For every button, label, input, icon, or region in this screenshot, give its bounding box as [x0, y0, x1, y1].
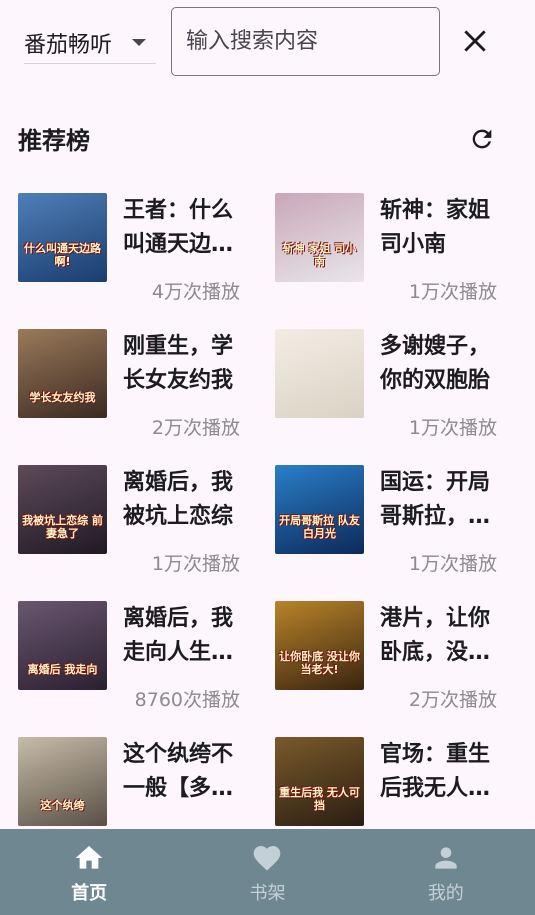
- book-cover-image: 学长女友约我: [18, 329, 107, 418]
- book-play-count: 8760次播放: [134, 689, 240, 711]
- section-header: 推荐榜: [0, 110, 535, 165]
- book-card[interactable]: 斩神 家姐 司小南 斩神：家姐司小南 1万次播放: [275, 193, 525, 313]
- nav-profile[interactable]: 我的: [357, 829, 535, 915]
- nav-bookshelf[interactable]: 书架: [178, 829, 356, 915]
- book-cover-text: 什么叫通天边路啊!: [24, 242, 101, 268]
- person-icon: [435, 847, 457, 869]
- book-card[interactable]: 什么叫通天边路啊! 王者：什么叫通天边路啊 4万次播放: [18, 193, 268, 313]
- book-play-count: 2万次播放: [408, 689, 497, 711]
- book-play-count: 1万次播放: [408, 553, 497, 575]
- book-title: 王者：什么叫通天边路啊: [123, 198, 234, 257]
- heart-icon: [254, 846, 281, 871]
- nav-home-label: 首页: [71, 883, 108, 904]
- book-cover-image: 斩神 家姐 司小南: [275, 193, 364, 282]
- book-card[interactable]: 多谢嫂子，你的双胞胎 1万次播放: [275, 329, 525, 449]
- book-card[interactable]: 让你卧底 没让你当老大! 港片，让你卧底，没让你当老大 2万次播放: [275, 601, 525, 721]
- book-title: 离婚后，我走向人生巅峰: [123, 606, 234, 665]
- book-play-count: 1万次播放: [151, 553, 240, 575]
- book-cover-image: 开局哥斯拉 队友白月光: [275, 465, 364, 554]
- close-button[interactable]: [455, 21, 495, 61]
- book-cover-image: 离婚后 我走向: [18, 601, 107, 690]
- book-cover-image: [275, 329, 364, 418]
- book-cover-image: 重生后我 无人可挡: [275, 737, 364, 826]
- book-cover-text: 重生后我 无人可挡: [279, 786, 360, 812]
- book-cover-text: 学长女友约我: [29, 391, 96, 404]
- book-card[interactable]: 重生后我 无人可挡官场：重生后我无人可挡: [275, 737, 525, 829]
- refresh-icon: [472, 129, 492, 149]
- search-input[interactable]: [171, 7, 440, 76]
- book-title: 斩神：家姐司小南: [380, 198, 491, 257]
- book-cover-image: 我被坑上恋综 前妻急了: [18, 465, 107, 554]
- book-card[interactable]: 开局哥斯拉 队友白月光国运：开局哥斯拉，队友 1万次播放: [275, 465, 525, 585]
- book-play-count: 2万次播放: [151, 417, 240, 439]
- book-cover-text: 斩神 家姐 司小南: [282, 242, 357, 268]
- book-grid: 什么叫通天边路啊! 王者：什么叫通天边路啊 4万次播放 斩神 家姐 司小南斩神：家姐司…: [0, 193, 535, 829]
- book-cover-text: 这个纨绔: [40, 799, 85, 812]
- book-cover-image: 让你卧底 没让你当老大!: [275, 601, 364, 690]
- home-icon: [75, 846, 103, 869]
- book-title: 离婚后，我被坑上恋综: [123, 470, 234, 529]
- nav-home[interactable]: 首页: [0, 829, 178, 915]
- nav-profile-label: 我的: [427, 883, 464, 904]
- book-card[interactable]: 学长女友约我 刚重生，学长女友约我 2万次播放: [18, 329, 268, 449]
- source-dropdown[interactable]: 番茄畅听: [24, 22, 156, 64]
- close-icon: [464, 30, 486, 52]
- source-dropdown-label: 番茄畅听: [24, 32, 113, 58]
- nav-bookshelf-label: 书架: [249, 883, 286, 904]
- book-play-count: 1万次播放: [408, 281, 497, 303]
- book-card[interactable]: 我被坑上恋综 前妻急了 离婚后，我被坑上恋综 1万次播放: [18, 465, 268, 585]
- book-play-count: 4万次播放: [151, 281, 240, 303]
- book-play-count: 1万次播放: [408, 417, 497, 439]
- top-bar: 番茄畅听: [0, 0, 535, 90]
- book-cover-image: 这个纨绔: [18, 737, 107, 826]
- bottom-navigation: 首页 书架 我的: [0, 829, 535, 915]
- book-card[interactable]: 离婚后 我走向 离婚后，我走向人生巅峰 8760次播放: [18, 601, 268, 721]
- book-cover-text: 让你卧底 没让你当老大!: [279, 650, 360, 676]
- book-title: 官场：重生后我无人可挡: [380, 742, 491, 801]
- book-cover-text: 开局哥斯拉 队友白月光: [279, 514, 360, 540]
- book-title: 国运：开局哥斯拉，队友: [380, 470, 491, 529]
- refresh-button[interactable]: [463, 120, 501, 158]
- book-title: 刚重生，学长女友约我: [123, 334, 234, 393]
- book-cover-text: 离婚后 我走向: [27, 663, 98, 676]
- section-title: 推荐榜: [18, 127, 90, 155]
- book-cover-image: 什么叫通天边路啊!: [18, 193, 107, 282]
- book-title: 多谢嫂子，你的双胞胎: [380, 334, 491, 393]
- book-title: 这个纨绔不一般【多女主】: [123, 742, 234, 801]
- book-title: 港片，让你卧底，没让你当老大: [380, 606, 491, 665]
- book-card[interactable]: 这个纨绔 这个纨绔不一般【多女主】: [18, 737, 268, 829]
- book-cover-text: 我被坑上恋综 前妻急了: [22, 514, 103, 540]
- dropdown-caret-icon: [132, 39, 146, 46]
